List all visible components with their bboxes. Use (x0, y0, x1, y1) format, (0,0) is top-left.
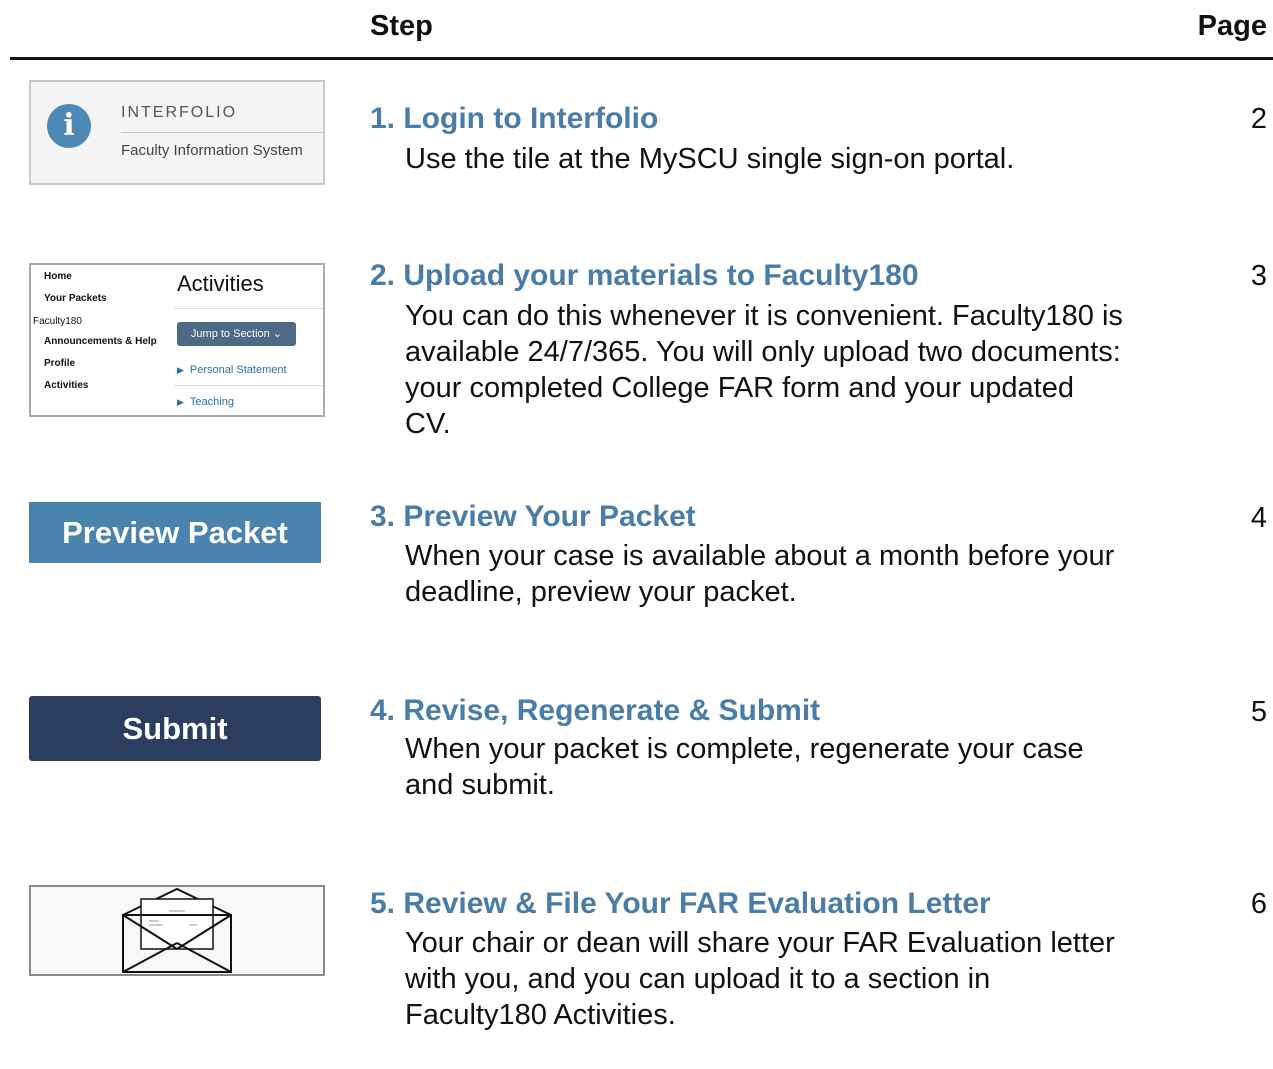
step-2-description: You can do this whenever it is convenien… (405, 300, 1123, 440)
step-2-page: 3 (1250, 260, 1267, 292)
panel-divider (174, 308, 323, 309)
step-3-description: When your case is available about a mont… (405, 540, 1115, 608)
nav-item-activities[interactable]: Activities (44, 380, 88, 391)
header-rule (10, 57, 1273, 60)
nav-item-your-packets[interactable]: Your Packets (44, 293, 107, 304)
nav-section-faculty180: Faculty180 (33, 316, 82, 327)
page-column-header: Page (1197, 10, 1267, 42)
section-link-personal-statement[interactable]: ▶ Personal Statement (177, 364, 287, 376)
interfolio-subtitle: Faculty Information System (121, 142, 303, 159)
step-4-description: When your packet is complete, regenerate… (405, 733, 1084, 801)
step-5-title: 5. Review & File Your FAR Evaluation Let… (370, 887, 991, 920)
activities-panel: Activities Jump to Section ⌄ ▶ Personal S… (166, 265, 323, 415)
step-4-page: 5 (1250, 696, 1267, 728)
panel-divider (174, 385, 323, 386)
interfolio-brand: INTERFOLIO (121, 104, 238, 121)
activities-heading: Activities (177, 271, 264, 296)
teaching-label: Teaching (189, 396, 234, 408)
step-1-page: 2 (1250, 103, 1267, 135)
step-3-page: 4 (1250, 502, 1267, 534)
section-link-teaching[interactable]: ▶ Teaching (177, 396, 234, 408)
tile-divider (121, 132, 323, 133)
nav-item-profile[interactable]: Profile (44, 358, 75, 369)
step-5-description: Your chair or dean will share your FAR E… (405, 927, 1115, 1031)
faculty180-nav-screenshot: Home Your Packets Faculty180 Announcemen… (29, 263, 325, 417)
nav-item-home[interactable]: Home (44, 271, 72, 282)
interfolio-login-tile[interactable]: i INTERFOLIO Faculty Information System (29, 80, 325, 185)
chevron-down-icon: ⌄ (272, 328, 283, 340)
step-3-title: 3. Preview Your Packet (370, 500, 696, 533)
faculty180-sidebar: Home Your Packets Faculty180 Announcemen… (31, 265, 164, 415)
info-icon: i (47, 104, 91, 148)
step-column-header: Step (370, 10, 433, 42)
preview-packet-button[interactable]: Preview Packet (29, 502, 321, 563)
triangle-right-icon: ▶ (177, 397, 184, 407)
personal-statement-label: Personal Statement (189, 364, 287, 376)
envelope-letter-icon (122, 887, 232, 973)
submit-button[interactable]: Submit (29, 696, 321, 761)
jump-to-section-label: Jump to Section (190, 328, 270, 340)
nav-item-announcements[interactable]: Announcements & Help (44, 336, 157, 347)
step-2-title: 2. Upload your materials to Faculty180 (370, 259, 919, 292)
envelope-thumbnail (29, 885, 325, 976)
step-1-title: 1. Login to Interfolio (370, 102, 659, 135)
triangle-right-icon: ▶ (177, 365, 184, 375)
jump-to-section-button[interactable]: Jump to Section ⌄ (177, 322, 296, 346)
step-1-description: Use the tile at the MySCU single sign-on… (405, 143, 1015, 175)
step-5-page: 6 (1250, 888, 1267, 920)
step-4-title: 4. Revise, Regenerate & Submit (370, 694, 821, 727)
